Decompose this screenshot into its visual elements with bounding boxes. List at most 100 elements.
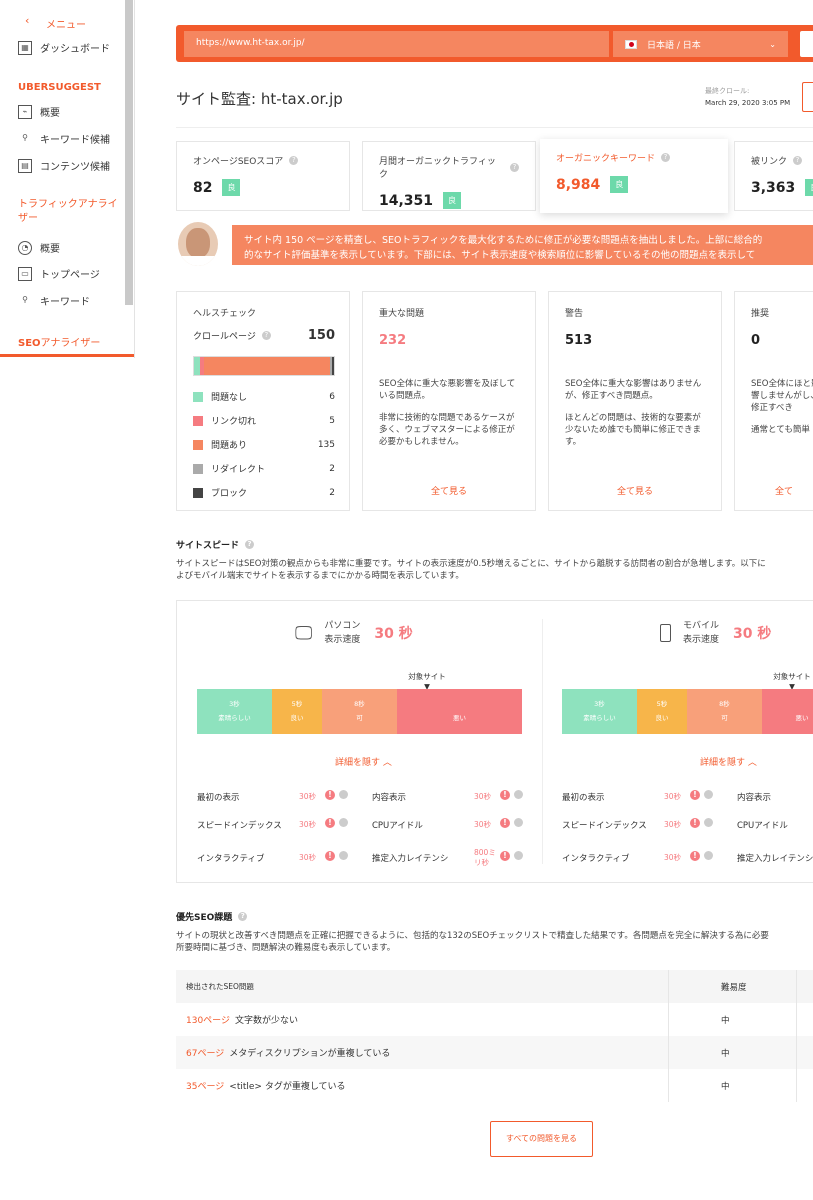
help-icon[interactable]: ? <box>793 156 803 165</box>
health-bar-segment <box>204 357 331 375</box>
legend-swatch <box>193 439 203 450</box>
speed-metric: 最初の表示 30秒! <box>197 790 348 803</box>
health-row: 問題なし 6 <box>193 390 335 403</box>
scale-poor: 悪い <box>397 689 522 734</box>
site-speed-description: サイトスピードはSEO対策の観点からも非常に重要です。サイトの表示速度が0.5秒… <box>176 559 766 581</box>
pages-icon: ▭ <box>18 266 32 281</box>
see-all-link[interactable]: 全て見る <box>549 484 721 497</box>
back-chevron-icon[interactable]: ‹ <box>25 14 29 27</box>
speed-metric: 最初の表示 30秒! <box>562 790 713 803</box>
speed-metric: インタラクティブ 30秒! <box>562 851 713 864</box>
pages-link[interactable]: 35ページ <box>186 1079 224 1092</box>
scale-fair: 8秒可 <box>322 689 397 734</box>
help-icon[interactable]: ? <box>661 153 671 162</box>
search-button[interactable] <box>800 31 813 57</box>
warning-icon: ! <box>500 851 510 861</box>
stat-organic-traffic: 月間オーガニックトラフィック? 14,351 良 <box>362 141 536 211</box>
sidebar-item-dashboard[interactable]: ▦ ダッシュボード <box>18 40 110 55</box>
speed-metric: スピードインデックス 30秒! <box>562 818 713 831</box>
crawled-pages: クロールページ? 150 <box>193 328 335 343</box>
status-badge: 良 <box>222 179 241 196</box>
warning-icon: ! <box>690 818 700 828</box>
table-row[interactable]: 35ページ <title> タグが重複している中 <box>176 1069 813 1102</box>
sidebar-item-content-ideas[interactable]: ▤ コンテンツ候補 <box>18 158 110 173</box>
help-icon[interactable] <box>339 790 348 799</box>
sidebar-scrollbar[interactable] <box>125 0 133 305</box>
see-all-link[interactable]: 全て見る <box>363 484 535 497</box>
help-icon[interactable] <box>514 790 523 799</box>
site-speed-title: サイトスピード? <box>176 538 255 551</box>
help-icon[interactable]: ? <box>245 540 255 549</box>
speed-metric: CPUアイドル <box>737 821 788 831</box>
help-icon[interactable]: ? <box>261 331 271 340</box>
help-icon[interactable] <box>514 818 523 827</box>
help-icon[interactable] <box>339 818 348 827</box>
scale-excellent: 3秒 素晴らしい <box>197 689 272 734</box>
help-icon[interactable]: ? <box>289 156 299 165</box>
help-icon[interactable] <box>514 851 523 860</box>
content-icon: ▤ <box>18 158 32 173</box>
mobile-icon <box>660 624 671 642</box>
status-badge: 良 <box>610 176 629 193</box>
recommendations-card: 推奨 0 SEO全体にほと影響しませんがし、修正すべき 通常とても簡単 全て <box>734 291 813 511</box>
priority-seo-title: 優先SEO課題? <box>176 910 248 923</box>
warning-icon: ! <box>500 790 510 800</box>
avatar <box>178 222 218 266</box>
warning-icon: ! <box>325 851 335 861</box>
help-icon[interactable] <box>704 851 713 860</box>
japan-flag-icon <box>625 39 637 49</box>
help-icon[interactable] <box>704 790 713 799</box>
help-icon[interactable] <box>704 818 713 827</box>
last-crawl: 最終クロール: March 29, 2020 3:05 PM <box>705 87 791 107</box>
chevron-down-icon: ⌄ <box>769 39 776 49</box>
speed-metric: 推定入力レイテンシ 800ミリ秒! <box>372 848 523 867</box>
help-icon[interactable]: ? <box>510 162 519 172</box>
table-row[interactable]: 67ページ メタディスクリプションが重複している中 <box>176 1036 813 1069</box>
speed-metric: CPUアイドル 30秒! <box>372 818 523 831</box>
speed-scale: 3秒 素晴らしい 5秒 良い 8秒可 悪い <box>562 689 813 734</box>
hide-details-link[interactable]: 詳細を隠す ︿ <box>700 755 757 768</box>
hide-details-link[interactable]: 詳細を隠す ︿ <box>335 755 392 768</box>
warning-icon: ! <box>500 818 510 828</box>
search-bar: https://www.ht-tax.or.jp/ 日本語 / 日本 ⌄ <box>176 25 813 62</box>
target-site-marker: 対象サイト ▼ <box>773 672 811 691</box>
page-title: サイト監査: ht-tax.or.jp <box>176 90 343 108</box>
health-row: リダイレクト 2 <box>193 462 335 475</box>
sidebar-item-keywords[interactable]: ⚲ キーワード <box>18 293 90 309</box>
legend-swatch <box>193 415 203 426</box>
health-row: ブロック 2 <box>193 486 335 499</box>
sidebar-item-seo-analyzer[interactable]: SEOアナライザー <box>18 334 100 349</box>
health-check-card: ヘルスチェック クロールページ? 150 問題なし 6 リンク切れ 5 問題あり 135 リ… <box>176 291 350 511</box>
stat-onpage-seo: オンページSEOスコア? 82 良 <box>176 141 350 211</box>
see-all-link[interactable]: 全て <box>775 484 793 497</box>
health-row: リンク切れ 5 <box>193 414 335 427</box>
site-speed-panel: 🖵 パソコン 表示速度 30 秒 対象サイト ▼ 3秒 素晴らしい 5秒 良い 8秒可 … <box>176 600 813 883</box>
status-badge: 良 <box>805 179 813 196</box>
sidebar-item-keyword-ideas[interactable]: ⚲ キーワード候補 <box>18 131 110 147</box>
chart-icon: ⌁ <box>18 104 32 119</box>
speed-metric: インタラクティブ 30秒! <box>197 851 348 864</box>
scale-excellent: 3秒 素晴らしい <box>562 689 637 734</box>
legend-swatch <box>193 391 203 402</box>
divider <box>176 127 813 128</box>
language-select[interactable]: 日本語 / 日本 ⌄ <box>613 31 788 57</box>
sidebar-section-traffic: トラフィックアナライザー <box>18 199 118 224</box>
sidebar-section-ubersuggest: UBERSUGGEST <box>18 82 101 93</box>
warning-icon: ! <box>690 790 700 800</box>
url-input[interactable]: https://www.ht-tax.or.jp/ <box>184 31 609 57</box>
help-icon[interactable]: ? <box>238 912 248 921</box>
sidebar-item-top-pages[interactable]: ▭ トップページ <box>18 266 100 281</box>
pages-link[interactable]: 130ページ <box>186 1013 230 1026</box>
table-header: 検出されたSEO問題 難易度 <box>176 970 813 1003</box>
stat-organic-keywords[interactable]: オーガニックキーワード? 8,984 良 <box>540 139 728 213</box>
sidebar-item-overview[interactable]: ⌁ 概要 <box>18 104 60 119</box>
sidebar-item-traffic-overview[interactable]: ◔ 概要 <box>18 240 60 255</box>
recrawl-button[interactable] <box>802 82 813 112</box>
pages-link[interactable]: 67ページ <box>186 1046 224 1059</box>
menu-link[interactable]: メニュー <box>46 16 86 31</box>
keyword-icon: ⚲ <box>22 132 28 142</box>
table-row[interactable]: 130ページ 文字数が少ない中 <box>176 1003 813 1036</box>
see-all-issues-button[interactable]: すべての問題を見る <box>490 1121 593 1157</box>
help-icon[interactable] <box>339 851 348 860</box>
grid-icon: ▦ <box>18 40 32 55</box>
